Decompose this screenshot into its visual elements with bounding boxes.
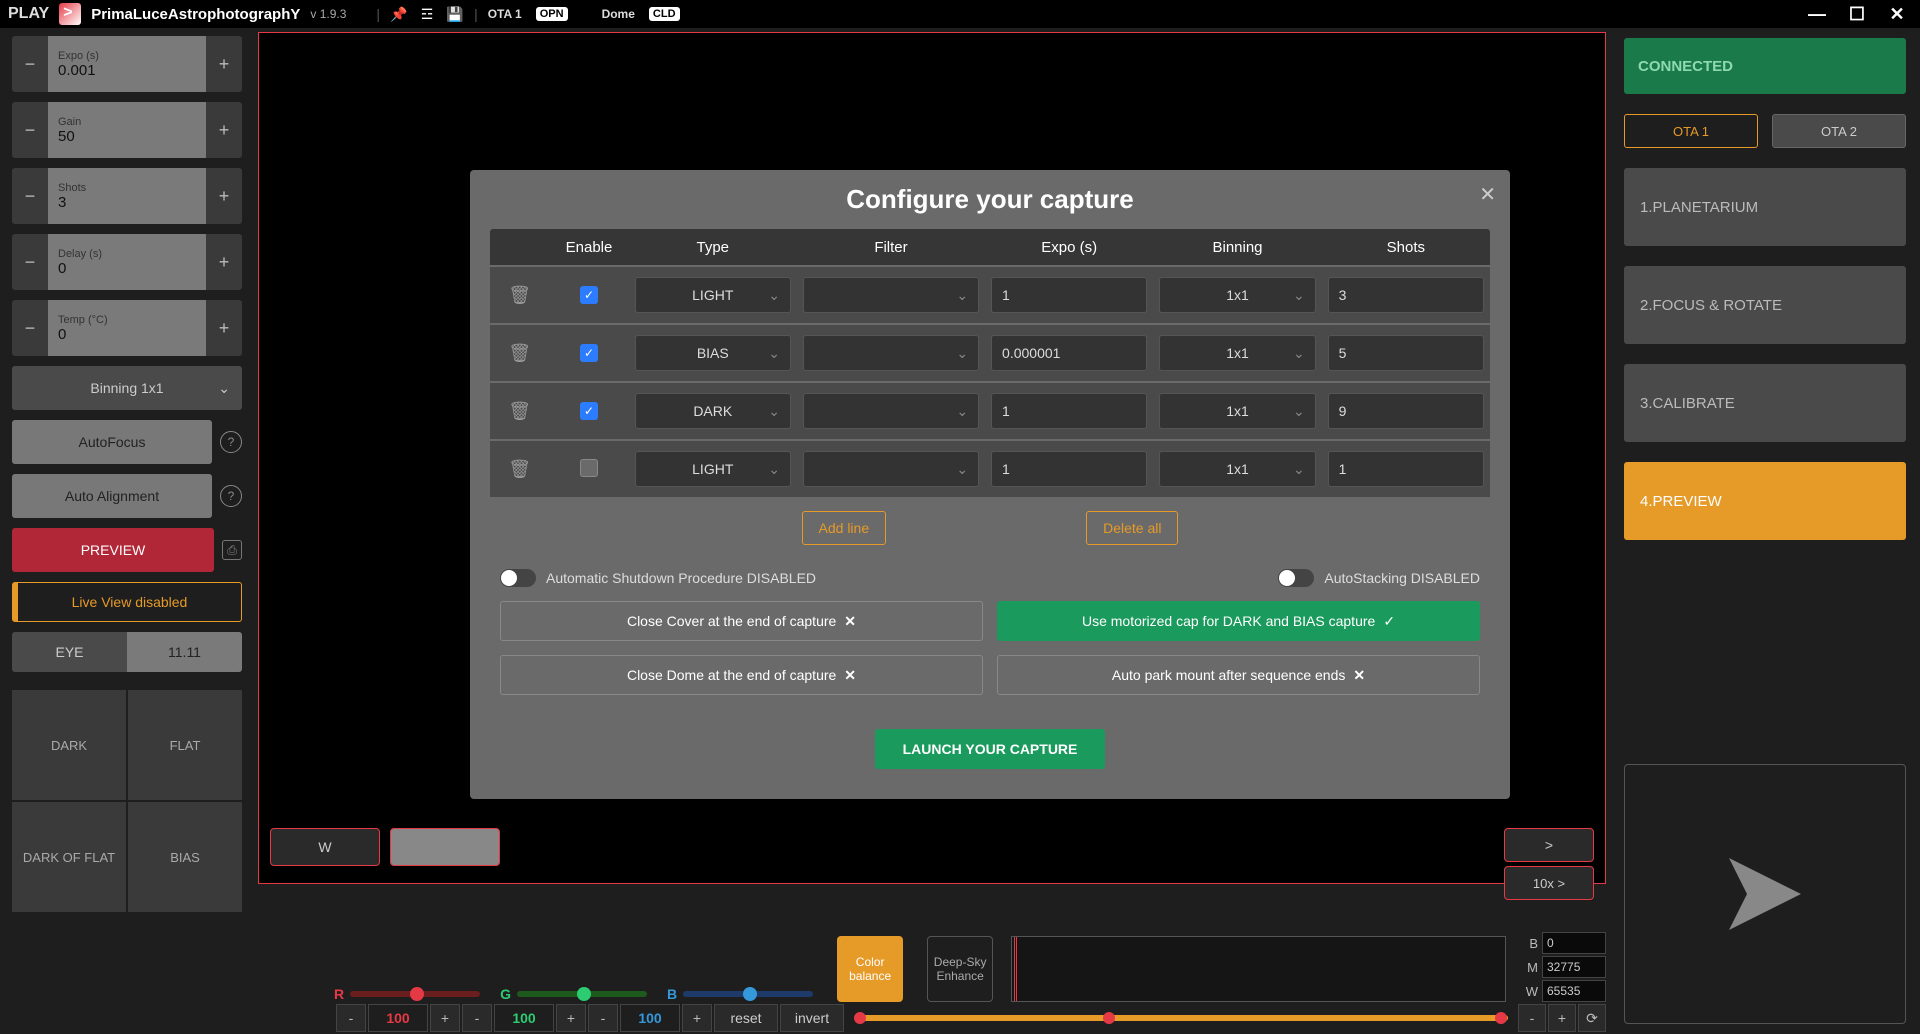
type-select[interactable]: LIGHT⌄ [635, 277, 791, 313]
close-dome-label: Close Dome at the end of capture [627, 667, 836, 683]
filter-select[interactable]: ⌄ [803, 393, 979, 429]
filter-select[interactable]: ⌄ [803, 277, 979, 313]
configure-capture-modal: ✕ Configure your capture Enable Type Fil… [470, 170, 1510, 799]
x-icon: ✕ [844, 613, 856, 630]
motorized-cap-option[interactable]: Use motorized cap for DARK and BIAS capt… [997, 601, 1480, 641]
col-enable: Enable [549, 239, 628, 256]
type-value: LIGHT [692, 461, 733, 477]
trash-icon[interactable]: 🗑 [508, 459, 531, 479]
type-value: BIAS [697, 345, 729, 361]
close-dome-option[interactable]: Close Dome at the end of capture ✕ [500, 655, 983, 695]
binning-value: 1x1 [1226, 461, 1249, 477]
type-select[interactable]: BIAS⌄ [635, 335, 791, 371]
type-value: LIGHT [692, 287, 733, 303]
enable-checkbox[interactable] [580, 459, 598, 477]
auto-park-label: Auto park mount after sequence ends [1112, 667, 1345, 683]
binning-value: 1x1 [1226, 345, 1249, 361]
col-type: Type [629, 239, 797, 256]
delete-all-button[interactable]: Delete all [1086, 511, 1178, 545]
expo-input[interactable]: 1 [991, 277, 1147, 313]
shots-input[interactable]: 3 [1328, 277, 1484, 313]
binning-value: 1x1 [1226, 287, 1249, 303]
capture-row: 🗑 ✓ LIGHT⌄ ⌄ 1 1x1⌄ 3 [490, 265, 1490, 323]
expo-input[interactable]: 1 [991, 451, 1147, 487]
close-cover-option[interactable]: Close Cover at the end of capture ✕ [500, 601, 983, 641]
auto-shutdown-label: Automatic Shutdown Procedure DISABLED [546, 570, 816, 586]
add-line-button[interactable]: Add line [802, 511, 887, 545]
col-filter: Filter [797, 239, 985, 256]
filter-select[interactable]: ⌄ [803, 451, 979, 487]
capture-row: 🗑 LIGHT⌄ ⌄ 1 1x1⌄ 1 [490, 439, 1490, 497]
auto-park-option[interactable]: Auto park mount after sequence ends ✕ [997, 655, 1480, 695]
capture-table: Enable Type Filter Expo (s) Binning Shot… [490, 229, 1490, 497]
enable-checkbox[interactable]: ✓ [580, 402, 598, 420]
check-icon: ✓ [1383, 613, 1395, 630]
filter-select[interactable]: ⌄ [803, 335, 979, 371]
motorized-cap-label: Use motorized cap for DARK and BIAS capt… [1082, 613, 1375, 629]
expo-input[interactable]: 0.000001 [991, 335, 1147, 371]
shots-input[interactable]: 9 [1328, 393, 1484, 429]
autostack-label: AutoStacking DISABLED [1324, 570, 1480, 586]
col-shots: Shots [1322, 239, 1490, 256]
binning-value: 1x1 [1226, 403, 1249, 419]
close-modal-icon[interactable]: ✕ [1479, 182, 1496, 207]
trash-icon[interactable]: 🗑 [508, 343, 531, 363]
launch-capture-button[interactable]: LAUNCH YOUR CAPTURE [875, 729, 1105, 769]
x-icon: ✕ [1353, 667, 1365, 684]
binning-select[interactable]: 1x1⌄ [1159, 277, 1315, 313]
enable-checkbox[interactable]: ✓ [580, 344, 598, 362]
type-select[interactable]: DARK⌄ [635, 393, 791, 429]
capture-row: 🗑 ✓ BIAS⌄ ⌄ 0.000001 1x1⌄ 5 [490, 323, 1490, 381]
type-select[interactable]: LIGHT⌄ [635, 451, 791, 487]
binning-select[interactable]: 1x1⌄ [1159, 451, 1315, 487]
capture-row: 🗑 ✓ DARK⌄ ⌄ 1 1x1⌄ 9 [490, 381, 1490, 439]
trash-icon[interactable]: 🗑 [508, 401, 531, 421]
toggle-switch[interactable] [500, 569, 536, 587]
col-expo: Expo (s) [985, 239, 1153, 256]
auto-shutdown-toggle[interactable]: Automatic Shutdown Procedure DISABLED [500, 569, 816, 587]
enable-checkbox[interactable]: ✓ [580, 286, 598, 304]
autostack-toggle[interactable]: AutoStacking DISABLED [1278, 569, 1480, 587]
x-icon: ✕ [844, 667, 856, 684]
trash-icon[interactable]: 🗑 [508, 285, 531, 305]
type-value: DARK [693, 403, 732, 419]
toggle-switch[interactable] [1278, 569, 1314, 587]
binning-select[interactable]: 1x1⌄ [1159, 335, 1315, 371]
expo-input[interactable]: 1 [991, 393, 1147, 429]
binning-select[interactable]: 1x1⌄ [1159, 393, 1315, 429]
close-cover-label: Close Cover at the end of capture [627, 613, 836, 629]
col-binning: Binning [1153, 239, 1321, 256]
shots-input[interactable]: 5 [1328, 335, 1484, 371]
modal-title: Configure your capture [470, 184, 1510, 215]
shots-input[interactable]: 1 [1328, 451, 1484, 487]
